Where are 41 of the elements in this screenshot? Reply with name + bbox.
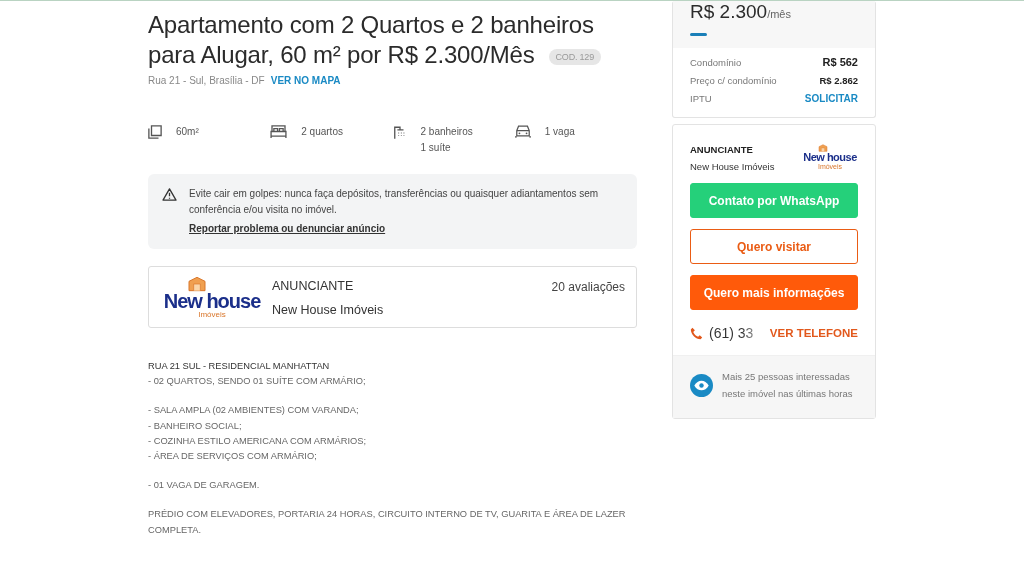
advertiser-label: ANUNCIANTE — [690, 144, 754, 155]
warning-icon — [162, 188, 177, 201]
feature-text: 2 banheiros — [420, 126, 473, 137]
price-label: IPTU — [690, 93, 712, 104]
interest-text: Mais 25 pessoas interessadas neste imóvel nas últimas horas — [722, 370, 854, 401]
reviews-count[interactable]: 20 avaliações — [551, 280, 625, 294]
description-paragraph: PRÉDIO COM ELEVADORES, PORTARIA 24 HORAS, CIRCUITO INTERNO DE TV, GUARITA E ÁREA DE LAZER COMPLETA. — [148, 508, 627, 537]
address: Rua 21 - Sul, Brasília - DF — [148, 75, 265, 86]
request-link[interactable]: SOLICITAR — [804, 93, 858, 104]
area-icon — [148, 125, 162, 139]
contact-button[interactable]: Quero mais informações — [690, 275, 858, 310]
car-icon — [514, 125, 531, 138]
code-badge: COD. 129 — [548, 48, 601, 65]
shower-icon — [392, 125, 407, 140]
price-value: R$ 562 — [822, 56, 858, 68]
warning-text: Evite cair em golpes: nunca faça depósitos, transferências ou quaisquer adiantamentos sem conferência e/ou visita no imóvel. — [189, 187, 600, 217]
show-phone-link[interactable]: VER TELEFONE — [769, 327, 858, 339]
price-value: R$ 2.862 — [819, 75, 858, 86]
price-label: Condomínio — [690, 56, 742, 68]
report-link[interactable]: Reportar problema ou denunciar anúncio — [189, 221, 623, 237]
company-logo: New house Imóveis — [160, 275, 264, 319]
advertiser-name: New House Imóveis — [690, 161, 775, 172]
map-link[interactable]: VER NO MAPA — [270, 75, 341, 86]
feature-text: 1 vaga — [544, 126, 575, 137]
feature-text: 1 suíte — [420, 142, 452, 153]
description-paragraph: RUA 21 SUL - RESIDENCIAL MANHATTAN - 02 QUARTOS, SENDO 01 SUÍTE COM ARMÁRIO; — [148, 360, 367, 389]
contact-button[interactable]: Quero visitar — [690, 229, 858, 264]
phone-icon — [690, 326, 703, 340]
advertiser-label: ANUNCIANTE — [272, 279, 355, 293]
contact-button[interactable]: Contato por WhatsApp — [690, 183, 858, 218]
description-paragraph: - 01 VAGA DE GARAGEM. — [148, 479, 261, 493]
accent-bar — [690, 33, 707, 36]
price: R$ 2.300/mês — [690, 1, 792, 24]
bed-icon — [270, 125, 288, 138]
feature-text: 2 quartos — [301, 126, 343, 137]
price-label: Preço c/ condomínio — [690, 75, 777, 86]
eye-icon — [690, 373, 713, 397]
listing-title: Apartamento com 2 Quartos e 2 banheiros para Alugar, 60 m² por R$ 2.300/Mês COD. 129 — [148, 10, 637, 70]
feature-text: 60m² — [176, 126, 199, 137]
description-paragraph: - SALA AMPLA (02 AMBIENTES) COM VARANDA; - BANHEIRO SOCIAL; - COZINHA ESTILO AMERICANA COM ARMÁRIOS; - ÁREA DE SERVIÇOS COM ARMÁRIO; — [148, 404, 367, 463]
advertiser-name: New House Imóveis — [272, 303, 385, 317]
